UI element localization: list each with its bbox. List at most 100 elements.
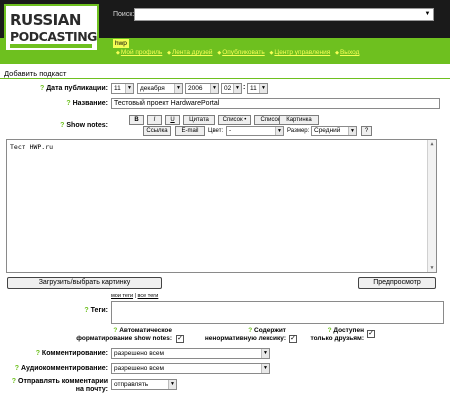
help-question-icon[interactable]: ? bbox=[113, 327, 117, 334]
italic-button[interactable]: I bbox=[147, 115, 162, 125]
logo-line-2: PODCASTING bbox=[10, 29, 97, 44]
month-select[interactable]: декабря ▼ bbox=[137, 83, 183, 94]
link-button[interactable]: Ссылка bbox=[143, 126, 171, 136]
help-question-icon[interactable]: ? bbox=[12, 378, 16, 385]
nav-control-center[interactable]: Центр управления bbox=[274, 49, 330, 56]
time-separator: : bbox=[243, 84, 246, 91]
search-input[interactable] bbox=[134, 8, 434, 21]
nav-bullet-icon: ◆ bbox=[167, 50, 171, 56]
size-select[interactable]: Средний ▼ bbox=[311, 126, 357, 136]
help-question-icon[interactable]: ? bbox=[328, 327, 332, 334]
tags-label: Теги: bbox=[90, 307, 108, 314]
day-value: 11 bbox=[114, 85, 121, 92]
nav-friends-feed[interactable]: Лента друзей bbox=[172, 49, 213, 56]
comments-select[interactable]: разрешено всем ▼ bbox=[111, 348, 270, 359]
underline-button[interactable]: U bbox=[165, 115, 180, 125]
hour-select[interactable]: 02 ▼ bbox=[221, 83, 242, 94]
logo-underline bbox=[10, 44, 92, 48]
friends-only-line2: только друзьям: bbox=[310, 335, 364, 342]
image-button[interactable]: Картинка bbox=[279, 115, 319, 125]
nav-bullet-icon: ◆ bbox=[269, 50, 274, 56]
name-label-row: ? Название: bbox=[6, 100, 108, 107]
all-tags-link[interactable]: все теги bbox=[138, 293, 159, 299]
chevron-down-icon: ▼ bbox=[233, 84, 241, 93]
format-help-button[interactable]: ? bbox=[361, 126, 372, 136]
help-question-icon[interactable]: ? bbox=[15, 365, 19, 372]
color-label: Цвет: bbox=[208, 128, 224, 134]
title-divider bbox=[0, 78, 450, 79]
color-value: - bbox=[229, 127, 232, 134]
explicit-label: ? Содержит ненормативную лексику: bbox=[195, 327, 286, 343]
auto-format-label: ? Автоматическое форматирование show not… bbox=[58, 327, 172, 343]
chevron-down-icon: ▼ bbox=[261, 364, 269, 373]
day-select[interactable]: 11 ▼ bbox=[111, 83, 134, 94]
friends-only-checkbox[interactable]: ✓ bbox=[367, 330, 375, 338]
date-label-row: ? Дата публикации: bbox=[6, 85, 108, 92]
explicit-line1: Содержит bbox=[254, 327, 286, 334]
date-label: Дата публикации: bbox=[46, 85, 108, 92]
comments-label: Комментирование: bbox=[41, 350, 108, 357]
size-label: Размер: bbox=[287, 128, 310, 134]
help-question-icon[interactable]: ? bbox=[66, 100, 70, 107]
bold-button[interactable]: B bbox=[129, 115, 144, 125]
chevron-down-icon: ▼ bbox=[168, 380, 176, 389]
help-question-icon[interactable]: ? bbox=[60, 122, 64, 129]
chevron-down-icon: ▼ bbox=[210, 84, 218, 93]
upload-image-button[interactable]: Загрузить/выбрать картинку bbox=[7, 277, 162, 289]
nav-logout[interactable]: Выход bbox=[340, 49, 359, 56]
chevron-down-icon: ▼ bbox=[261, 349, 269, 358]
shownotes-editor[interactable]: Тест HWP.ru ▲ ▼ bbox=[6, 139, 437, 273]
minute-select[interactable]: 11 ▼ bbox=[247, 83, 268, 94]
nav-bullet-icon: ◆ bbox=[335, 50, 339, 56]
site-logo[interactable]: RUSSIAN PODCASTING bbox=[4, 4, 99, 52]
my-tags-link[interactable]: мои теги bbox=[111, 293, 133, 299]
audio-comments-label: Аудиокомментирование: bbox=[20, 365, 108, 372]
user-badge[interactable]: hwp bbox=[113, 39, 129, 48]
search-dropdown-icon[interactable]: ▼ bbox=[422, 9, 433, 20]
tags-input[interactable] bbox=[111, 301, 444, 324]
nav-publish[interactable]: Опубликовать bbox=[222, 49, 265, 56]
main-nav: ◆Мой профиль ◆Лента друзей ◆Опубликовать… bbox=[113, 49, 359, 56]
chevron-down-icon: ▼ bbox=[174, 84, 182, 93]
year-select[interactable]: 2006 ▼ bbox=[185, 83, 219, 94]
site-header: RUSSIAN PODCASTING Поиск: ▼ hwp ◆Мой про… bbox=[0, 0, 450, 64]
explicit-checkbox[interactable]: ✓ bbox=[289, 335, 297, 343]
audio-comments-select[interactable]: разрешено всем ▼ bbox=[111, 363, 270, 374]
send-mail-value: отправлять bbox=[114, 381, 149, 388]
comments-value: разрешено всем bbox=[114, 350, 164, 357]
editor-scrollbar[interactable]: ▲ ▼ bbox=[427, 140, 436, 272]
scroll-up-icon[interactable]: ▲ bbox=[428, 140, 436, 148]
name-input[interactable]: Тестовый проект HardwarePortal bbox=[111, 98, 440, 109]
scroll-down-icon[interactable]: ▼ bbox=[428, 264, 436, 272]
month-value: декабря bbox=[140, 85, 165, 92]
help-question-icon[interactable]: ? bbox=[40, 85, 44, 92]
quote-button[interactable]: Цитата bbox=[183, 115, 215, 125]
preview-button[interactable]: Предпросмотр bbox=[358, 277, 436, 289]
help-question-icon[interactable]: ? bbox=[248, 327, 252, 334]
auto-format-line1: Автоматическое bbox=[119, 327, 172, 334]
nav-bullet-icon: ◆ bbox=[116, 50, 120, 56]
bullet-list-button[interactable]: Список • bbox=[218, 115, 251, 125]
send-mail-label: ? Отправлять комментарии на почту: bbox=[6, 378, 108, 394]
hour-value: 02 bbox=[224, 85, 232, 92]
nav-my-profile[interactable]: Мой профиль bbox=[121, 49, 162, 56]
page-title: Добавить подкаст bbox=[4, 69, 67, 78]
email-button[interactable]: E-mail bbox=[175, 126, 205, 136]
size-value: Средний bbox=[314, 127, 341, 134]
send-mail-line1: Отправлять комментарии bbox=[18, 378, 108, 385]
help-question-icon[interactable]: ? bbox=[84, 307, 88, 314]
explicit-line2: ненормативную лексику: bbox=[204, 335, 286, 342]
send-mail-line2: на почту: bbox=[75, 386, 108, 393]
friends-only-line1: Доступен bbox=[333, 327, 364, 334]
chevron-down-icon: ▼ bbox=[125, 84, 133, 93]
friends-only-label: ? Доступен только друзьям: bbox=[301, 327, 364, 343]
auto-format-checkbox[interactable]: ✓ bbox=[176, 335, 184, 343]
year-value: 2006 bbox=[188, 85, 203, 92]
shownotes-label: Show notes: bbox=[66, 122, 108, 129]
nav-bullet-icon: ◆ bbox=[217, 50, 222, 56]
tags-links: мои теги | все теги bbox=[111, 293, 158, 299]
logo-line-1: RUSSIAN bbox=[10, 11, 81, 29]
help-question-icon[interactable]: ? bbox=[36, 350, 40, 357]
color-select[interactable]: - ▼ bbox=[226, 126, 284, 136]
send-mail-select[interactable]: отправлять ▼ bbox=[111, 379, 177, 390]
